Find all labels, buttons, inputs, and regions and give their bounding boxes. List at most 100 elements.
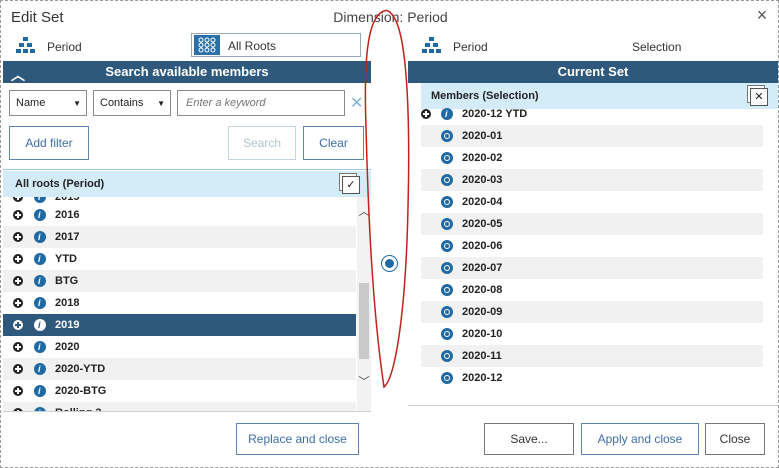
member-leaf-icon <box>441 174 453 186</box>
scroll-thumb[interactable] <box>359 283 369 359</box>
list-item[interactable]: 2020-05 <box>421 213 763 235</box>
list-item[interactable]: Rolling 3 <box>3 402 356 411</box>
expand-icon[interactable] <box>13 210 23 220</box>
filter-field-select[interactable]: Name ▼ <box>9 90 87 116</box>
member-leaf-icon <box>441 152 453 164</box>
member-leaf-icon <box>441 284 453 296</box>
selection-label: Selection <box>632 40 682 54</box>
selection-members-list: 2020-12 YTD 2020-01 2020-02 2020-03 2020… <box>421 103 763 389</box>
replace-and-close-button[interactable]: Replace and close <box>236 423 359 455</box>
select-all-checkbox[interactable]: ✓ <box>342 176 360 194</box>
edit-set-dialog: Edit Set Dimension: Period × Period All … <box>0 0 779 468</box>
filter-operator-value: Contains <box>100 97 144 109</box>
clear-button[interactable]: Clear <box>303 126 364 160</box>
list-item[interactable]: 2020-03 <box>421 169 763 191</box>
list-item[interactable]: 2020-YTD <box>3 358 356 380</box>
list-item[interactable]: 2020-12 <box>421 367 763 389</box>
add-filter-button[interactable]: Add filter <box>9 126 89 160</box>
hierarchy-icon <box>15 36 35 54</box>
current-set-title: Current Set <box>557 64 629 79</box>
member-info-icon <box>34 336 46 358</box>
all-roots-label: All Roots <box>228 39 277 53</box>
expand-icon[interactable] <box>13 298 23 308</box>
expand-icon[interactable] <box>13 254 23 264</box>
list-scrollbar[interactable]: ︿ ﹀ <box>357 197 371 411</box>
list-item[interactable]: 2020-BTG <box>3 380 356 402</box>
list-item[interactable]: 2020-10 <box>421 323 763 345</box>
member-info-icon <box>34 314 46 336</box>
list-item[interactable]: 2018 <box>3 292 356 314</box>
expand-icon[interactable] <box>13 342 23 352</box>
expand-icon[interactable] <box>13 232 23 242</box>
member-leaf-icon <box>441 218 453 230</box>
splitter-handle[interactable] <box>382 256 397 271</box>
list-item[interactable]: 2020-09 <box>421 301 763 323</box>
expand-icon[interactable] <box>421 109 431 119</box>
roots-grid-icon <box>194 35 220 55</box>
member-leaf-icon <box>441 328 453 340</box>
scroll-down-icon[interactable]: ﹀ <box>358 373 370 389</box>
member-leaf-icon <box>441 130 453 142</box>
scroll-up-icon[interactable]: ︿ <box>358 203 370 219</box>
dimension-title: Dimension: Period <box>333 9 448 25</box>
dropdown-arrow-icon: ▼ <box>157 99 165 108</box>
expand-icon[interactable] <box>13 197 23 202</box>
list-item[interactable]: 2020-06 <box>421 235 763 257</box>
expand-icon[interactable] <box>13 276 23 286</box>
list-item[interactable]: 2020-02 <box>421 147 763 169</box>
list-item[interactable]: 2020-08 <box>421 279 763 301</box>
filter-operator-select[interactable]: Contains ▼ <box>93 90 171 116</box>
list-item[interactable]: 2020 <box>3 336 356 358</box>
member-info-icon <box>441 103 453 125</box>
list-item-selected[interactable]: 2019 <box>3 314 356 336</box>
close-button[interactable]: Close <box>705 423 765 455</box>
member-info-icon <box>34 380 46 402</box>
current-set-header: Current Set <box>408 61 778 83</box>
member-leaf-icon <box>441 196 453 208</box>
available-members-header-label: All roots (Period) <box>15 178 105 190</box>
expand-icon[interactable] <box>13 364 23 374</box>
clear-keyword-icon[interactable]: ✕ <box>350 93 363 113</box>
apply-and-close-button[interactable]: Apply and close <box>581 423 699 455</box>
member-leaf-icon <box>441 350 453 362</box>
dropdown-arrow-icon: ▼ <box>73 99 81 108</box>
divider <box>3 411 371 412</box>
member-leaf-icon <box>441 262 453 274</box>
keyword-input[interactable] <box>177 90 345 116</box>
filter-field-value: Name <box>16 97 46 109</box>
search-panel-header[interactable]: ︿ Search available members <box>3 61 371 83</box>
list-item[interactable]: 2016 <box>3 204 356 226</box>
member-info-icon <box>34 292 46 314</box>
member-leaf-icon <box>441 240 453 252</box>
member-info-icon <box>34 197 46 208</box>
divider <box>3 169 371 170</box>
collapse-chevron-up-icon[interactable]: ︿ <box>11 64 25 86</box>
expand-icon[interactable] <box>13 386 23 396</box>
dialog-close-icon[interactable]: × <box>752 5 772 26</box>
all-roots-selector[interactable]: All Roots <box>191 33 361 57</box>
list-item[interactable]: 2020-12 YTD <box>421 103 763 125</box>
member-info-icon <box>34 204 46 226</box>
available-members-list: 2015 2016 2017 YTD BTG 2018 <box>3 197 371 411</box>
selection-members-header-label: Members (Selection) <box>431 90 539 102</box>
right-hierarchy-label: Period <box>453 40 488 54</box>
list-item[interactable]: BTG <box>3 270 356 292</box>
save-button[interactable]: Save... <box>484 423 574 455</box>
list-item[interactable]: YTD <box>3 248 356 270</box>
member-leaf-icon <box>441 306 453 318</box>
left-hierarchy-label: Period <box>47 40 82 54</box>
expand-icon[interactable] <box>13 320 23 330</box>
member-leaf-icon <box>441 372 453 384</box>
list-item[interactable]: 2020-01 <box>421 125 763 147</box>
list-item[interactable]: 2020-11 <box>421 345 763 367</box>
list-item[interactable]: 2020-07 <box>421 257 763 279</box>
divider <box>408 405 778 406</box>
member-info-icon <box>34 270 46 292</box>
search-button[interactable]: Search <box>228 126 296 160</box>
hierarchy-icon <box>421 36 441 54</box>
member-info-icon <box>34 226 46 248</box>
list-item[interactable]: 2017 <box>3 226 356 248</box>
member-info-icon <box>34 358 46 380</box>
list-item[interactable]: 2020-04 <box>421 191 763 213</box>
available-members-header: All roots (Period) <box>3 171 371 197</box>
